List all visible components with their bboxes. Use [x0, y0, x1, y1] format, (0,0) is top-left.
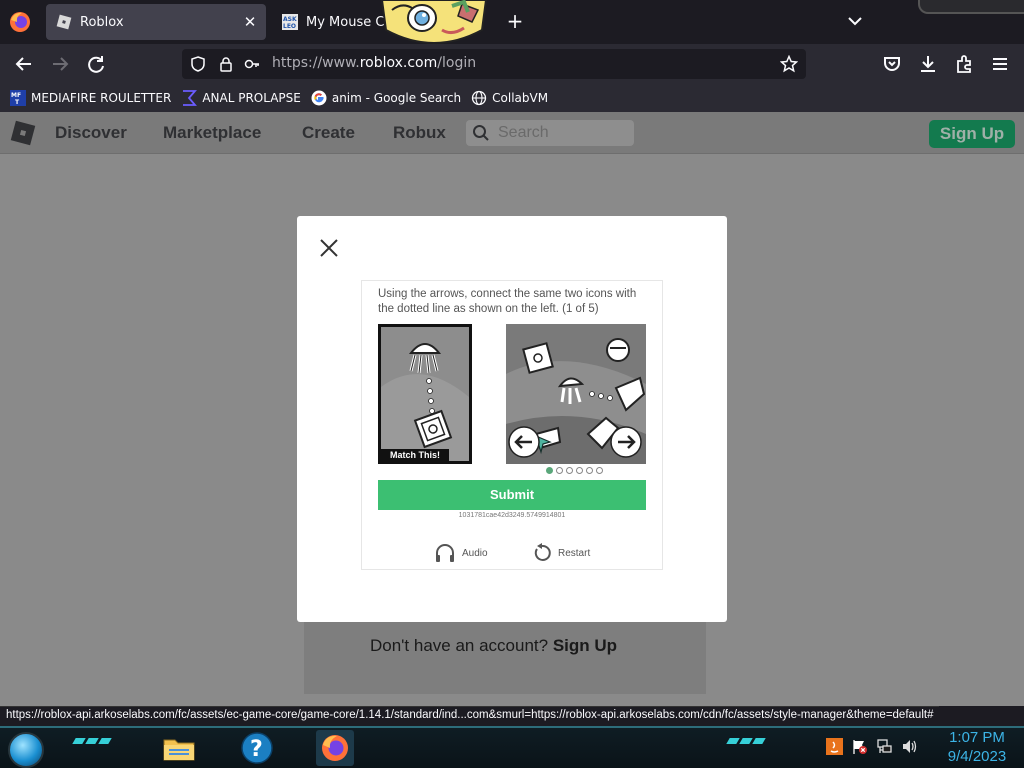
taskbar-decoration	[72, 738, 112, 746]
progress-dot	[576, 467, 583, 474]
close-icon[interactable]: ✕	[238, 13, 262, 31]
nav-robux[interactable]: Robux	[393, 123, 446, 143]
example-icons-graphic	[381, 327, 469, 461]
taskbar-decoration	[726, 738, 766, 746]
tab-strip: Roblox ✕ ASK LEO My Mouse Cu +	[0, 0, 1024, 44]
signup-prompt: Don't have an account? Sign Up	[370, 636, 618, 655]
back-icon[interactable]	[12, 52, 36, 76]
bookmark-anim-google[interactable]: anim - Google Search	[311, 90, 461, 106]
google-icon	[311, 90, 327, 106]
signup-button[interactable]: Sign Up	[929, 120, 1015, 148]
mediafire-icon: MF T	[10, 90, 26, 106]
bookmark-anal-prolapse[interactable]: ANAL PROLAPSE	[181, 90, 301, 106]
svg-text:?: ?	[250, 737, 263, 762]
progress-dot	[586, 467, 593, 474]
signup-link[interactable]: Sign Up	[553, 636, 617, 655]
askleo-favicon-icon: ASK LEO	[282, 14, 298, 30]
roblox-favicon-icon	[56, 14, 72, 30]
arrow-right-icon[interactable]	[610, 426, 642, 458]
roblox-logo-icon[interactable]	[10, 120, 36, 146]
mascot-overlay-image	[380, 0, 488, 44]
close-icon[interactable]	[317, 236, 341, 260]
shield-icon[interactable]	[190, 56, 206, 72]
progress-dot	[596, 467, 603, 474]
svg-text:LEO: LEO	[283, 23, 296, 30]
nav-create[interactable]: Create	[302, 123, 355, 143]
arrow-left-icon[interactable]	[508, 426, 540, 458]
download-icon[interactable]	[916, 52, 940, 76]
progress-dot	[546, 467, 553, 474]
navigation-toolbar: https://www.roblox.com/login	[0, 44, 1024, 84]
key-icon[interactable]	[244, 56, 260, 72]
hamburger-menu-icon[interactable]	[988, 52, 1012, 76]
search-input[interactable]	[498, 123, 628, 143]
clock-time: 1:07 PM	[949, 729, 1005, 746]
roblox-header: Discover Marketplace Create Robux Sign U…	[0, 112, 1024, 154]
captcha-instruction: Using the arrows, connect the same two i…	[378, 288, 637, 315]
bookmark-collabvm[interactable]: CollabVM	[471, 90, 548, 106]
pocket-icon[interactable]	[880, 52, 904, 76]
restart-button[interactable]: Restart	[532, 543, 590, 563]
volume-icon[interactable]	[901, 738, 918, 755]
puzzle-image	[506, 324, 646, 464]
sigma-icon	[183, 90, 198, 106]
star-icon[interactable]	[780, 55, 798, 73]
extensions-icon[interactable]	[952, 52, 976, 76]
bookmarks-toolbar: MF T MEDIAFIRE ROULETTER ANAL PROLAPSE a…	[0, 84, 1024, 112]
lock-icon[interactable]	[218, 56, 234, 72]
search-box	[466, 120, 634, 146]
window-frame-decoration	[918, 0, 1024, 14]
svg-text:ASK: ASK	[283, 16, 297, 23]
address-bar[interactable]: https://www.roblox.com/login	[182, 49, 806, 79]
search-icon	[473, 125, 489, 141]
progress-dot	[556, 467, 563, 474]
firefox-taskbar-icon[interactable]	[316, 730, 354, 766]
firefox-icon[interactable]	[8, 10, 32, 34]
new-tab-button[interactable]: +	[504, 10, 526, 32]
captcha-modal: Using the arrows, connect the same two i…	[297, 216, 727, 622]
network-icon[interactable]	[876, 738, 893, 755]
nav-discover[interactable]: Discover	[55, 123, 127, 143]
system-tray	[826, 738, 918, 755]
java-icon[interactable]	[826, 738, 843, 755]
headphones-icon	[436, 544, 454, 562]
restart-icon	[534, 543, 551, 561]
clock-date: 9/4/2023	[947, 748, 1007, 765]
captcha-widget: Using the arrows, connect the same two i…	[361, 280, 663, 570]
chevron-down-icon[interactable]	[844, 10, 866, 32]
link-status-url: https://roblox-api.arkoselabs.com/fc/ass…	[0, 706, 940, 726]
start-button[interactable]	[8, 732, 44, 768]
audio-button[interactable]: Audio	[434, 543, 488, 563]
match-this-label: Match This!	[381, 449, 449, 461]
match-example-image: Match This!	[378, 324, 472, 464]
file-explorer-icon[interactable]	[160, 730, 198, 766]
puzzle-progress-dots	[546, 467, 603, 477]
forward-icon[interactable]	[48, 52, 72, 76]
svg-text:MF: MF	[11, 92, 21, 99]
tab-title: Roblox	[80, 14, 124, 30]
submit-button[interactable]: Submit	[378, 480, 646, 510]
bookmark-mediafire[interactable]: MF T MEDIAFIRE ROULETTER	[10, 90, 171, 106]
tab-roblox[interactable]: Roblox ✕	[46, 4, 266, 40]
clock[interactable]: 1:07 PM 9/4/2023	[934, 728, 1020, 766]
reload-icon[interactable]	[84, 52, 108, 76]
url-text[interactable]: https://www.roblox.com/login	[272, 55, 476, 71]
session-id: 1031781cae42d3249.5749914801	[458, 512, 566, 519]
action-center-flag-icon[interactable]	[851, 738, 868, 755]
nav-marketplace[interactable]: Marketplace	[163, 123, 261, 143]
help-icon[interactable]: ?	[238, 730, 276, 766]
globe-icon	[472, 90, 487, 106]
taskbar: ? 1:07 PM 9/4/2023	[0, 726, 1024, 768]
progress-dot	[566, 467, 573, 474]
